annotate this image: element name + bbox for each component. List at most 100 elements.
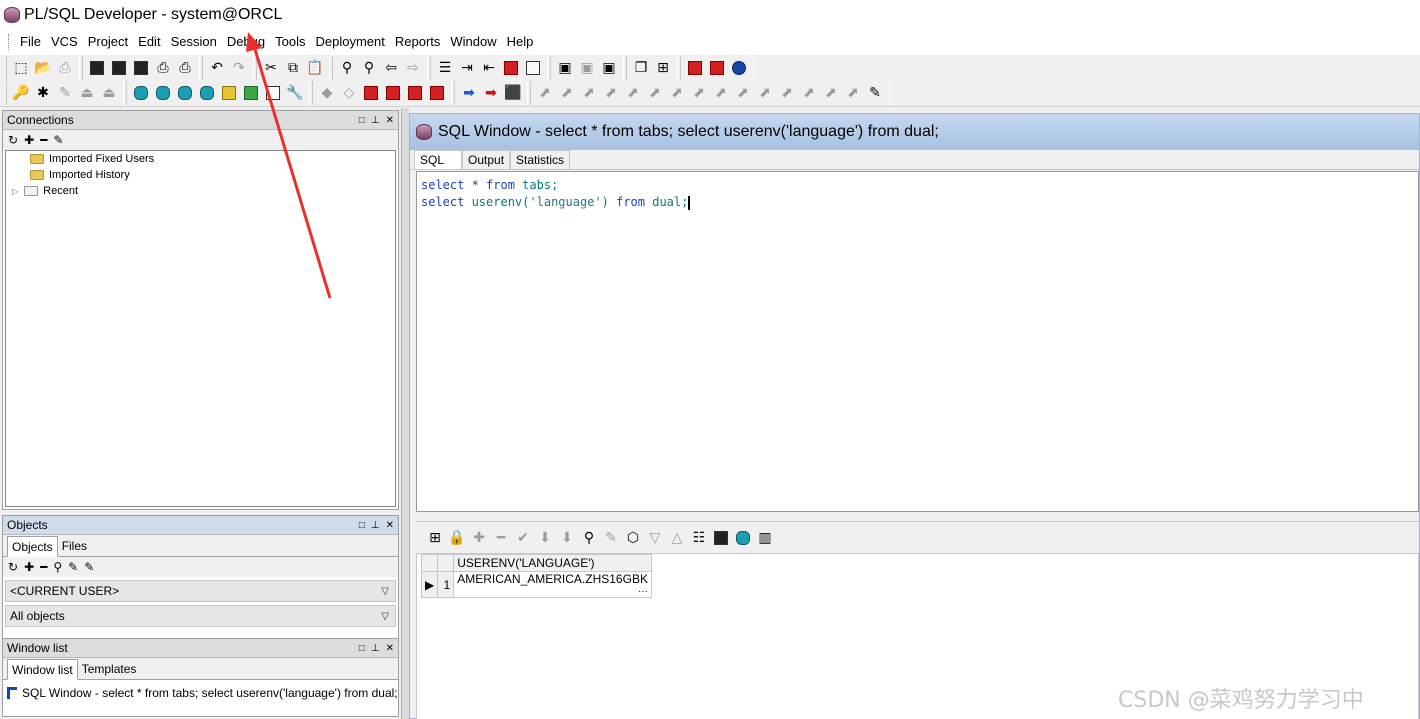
column-header[interactable]: USERENV('LANGUAGE') [453, 554, 652, 572]
close-icon[interactable]: ✕ [386, 643, 394, 654]
step-3-icon[interactable]: ⬈ [578, 82, 600, 104]
debug-2-icon[interactable]: ◇ [338, 82, 360, 104]
execute-icon[interactable]: ✱ [32, 82, 54, 104]
cell-more-button[interactable]: ··· [638, 586, 648, 597]
pane-splitter[interactable] [401, 108, 409, 719]
db-red-icon[interactable] [174, 82, 196, 104]
query-by-example-icon[interactable]: ⬡ [622, 527, 644, 549]
debug-3-icon[interactable] [360, 82, 382, 104]
step-11-icon[interactable]: ⬈ [754, 82, 776, 104]
step-12-icon[interactable]: ⬈ [776, 82, 798, 104]
debug-5-icon[interactable] [404, 82, 426, 104]
pin-icon[interactable]: ⊥ [371, 643, 380, 654]
connect-icon[interactable] [130, 82, 152, 104]
tab-objects[interactable]: Objects [7, 536, 58, 557]
grid-icon[interactable]: ⊞ [424, 527, 446, 549]
table-row[interactable]: ▶ 1 AMERICAN_AMERICA.ZHS16GBK ··· [420, 571, 652, 598]
expand-icon[interactable]: ▷ [12, 187, 18, 196]
step-1-icon[interactable]: ⬈ [534, 82, 556, 104]
menu-file[interactable]: File [15, 32, 46, 52]
tab-templates[interactable]: Templates [78, 659, 141, 679]
window-list-item[interactable]: SQL Window - select * from tabs; select … [3, 684, 398, 702]
key-icon[interactable]: 🔑 [10, 82, 32, 104]
save-icon[interactable] [86, 57, 108, 79]
find-icon[interactable]: ⚲ [578, 527, 600, 549]
unindent-icon[interactable]: ⇤ [478, 57, 500, 79]
new-icon[interactable]: ⬚ [10, 57, 32, 79]
pdf-icon[interactable] [706, 57, 728, 79]
debug-4-icon[interactable] [382, 82, 404, 104]
menu-help[interactable]: Help [502, 32, 539, 52]
close-icon[interactable]: ✕ [386, 115, 394, 126]
lowercase-icon[interactable] [522, 57, 544, 79]
remove-icon[interactable]: ━ [40, 560, 47, 574]
menu-vcs[interactable]: VCS [46, 32, 83, 52]
maximize-icon[interactable]: □ [359, 520, 365, 531]
lock-icon[interactable]: 🔒 [446, 527, 468, 549]
debug-6-icon[interactable] [426, 82, 448, 104]
edit-icon[interactable]: ✎ [53, 133, 63, 147]
filter-edit-icon[interactable]: ✎ [84, 560, 94, 574]
user-select[interactable]: <CURRENT USER> ▽ [5, 580, 396, 602]
filter-icon[interactable]: ✎ [68, 560, 78, 574]
print-icon[interactable]: ⎙ [152, 57, 174, 79]
object-filter-select[interactable]: All objects ▽ [5, 605, 396, 627]
close-icon[interactable]: ✕ [386, 520, 394, 531]
single-record-icon[interactable]: ☷ [688, 527, 710, 549]
delete-record-icon[interactable]: ━ [490, 527, 512, 549]
export-icon[interactable] [710, 527, 732, 549]
step-4-icon[interactable]: ⬈ [600, 82, 622, 104]
step-13-icon[interactable]: ⬈ [798, 82, 820, 104]
next-page-icon[interactable]: ▽ [644, 527, 666, 549]
maximize-icon[interactable]: □ [359, 643, 365, 654]
comment-icon[interactable]: ☰ [434, 57, 456, 79]
sql-editor[interactable]: select * from tabs; select userenv('lang… [416, 171, 1419, 512]
post-changes-icon[interactable]: ✔ [512, 527, 534, 549]
oracle-icon[interactable] [684, 57, 706, 79]
cascade-icon[interactable]: ❐ [630, 57, 652, 79]
fetch-last-icon[interactable]: ⬇ [556, 527, 578, 549]
db-red-2-icon[interactable] [196, 82, 218, 104]
prev-page-icon[interactable]: △ [666, 527, 688, 549]
maximize-icon[interactable]: □ [359, 115, 365, 126]
undo-icon[interactable]: ↶ [206, 57, 228, 79]
tab-output[interactable]: Output [462, 150, 511, 169]
tab-statistics[interactable]: Statistics [510, 150, 571, 169]
monitor-2-icon[interactable]: ▣ [576, 57, 598, 79]
chart-icon[interactable]: ▥ [754, 527, 776, 549]
stop-icon[interactable]: ⬛ [502, 82, 524, 104]
clear-icon[interactable]: ✎ [600, 527, 622, 549]
table-cell[interactable]: AMERICAN_AMERICA.ZHS16GBK ··· [453, 571, 652, 598]
menu-reports[interactable]: Reports [390, 32, 446, 52]
fetch-next-icon[interactable]: ⬇ [534, 527, 556, 549]
step-14-icon[interactable]: ⬈ [820, 82, 842, 104]
explain-icon[interactable] [218, 82, 240, 104]
psql-icon[interactable] [152, 82, 174, 104]
connect-icon[interactable] [732, 527, 754, 549]
tab-window-list[interactable]: Window list [7, 659, 78, 680]
step-16-icon[interactable]: ✎ [864, 82, 886, 104]
add-icon[interactable]: ✚ [24, 133, 34, 147]
menu-project[interactable]: Project [83, 32, 133, 52]
step-6-icon[interactable]: ⬈ [644, 82, 666, 104]
break-icon[interactable]: ✎ [54, 82, 76, 104]
step-2-icon[interactable]: ⬈ [556, 82, 578, 104]
save-all-icon[interactable] [130, 57, 152, 79]
print-setup-icon[interactable]: ⎙ [174, 57, 196, 79]
open-folder-icon[interactable]: 📂 [32, 57, 54, 79]
refresh-icon[interactable]: ↻ [8, 133, 18, 147]
save-as-icon[interactable] [108, 57, 130, 79]
refresh-icon[interactable]: ↻ [8, 560, 18, 574]
arrow-right-red-icon[interactable]: ➡ [480, 82, 502, 104]
step-15-icon[interactable]: ⬈ [842, 82, 864, 104]
monitor-3-icon[interactable]: ▣ [598, 57, 620, 79]
pin-icon[interactable]: ⊥ [371, 520, 380, 531]
pin-icon[interactable]: ⊥ [371, 115, 380, 126]
uppercase-icon[interactable] [500, 57, 522, 79]
menu-session[interactable]: Session [166, 32, 222, 52]
find-icon[interactable]: ⚲ [53, 560, 62, 574]
commit-icon[interactable]: ⏏ [76, 82, 98, 104]
rollback-icon[interactable]: ⏏ [98, 82, 120, 104]
find-next-icon[interactable]: ⚲ [358, 57, 380, 79]
step-7-icon[interactable]: ⬈ [666, 82, 688, 104]
